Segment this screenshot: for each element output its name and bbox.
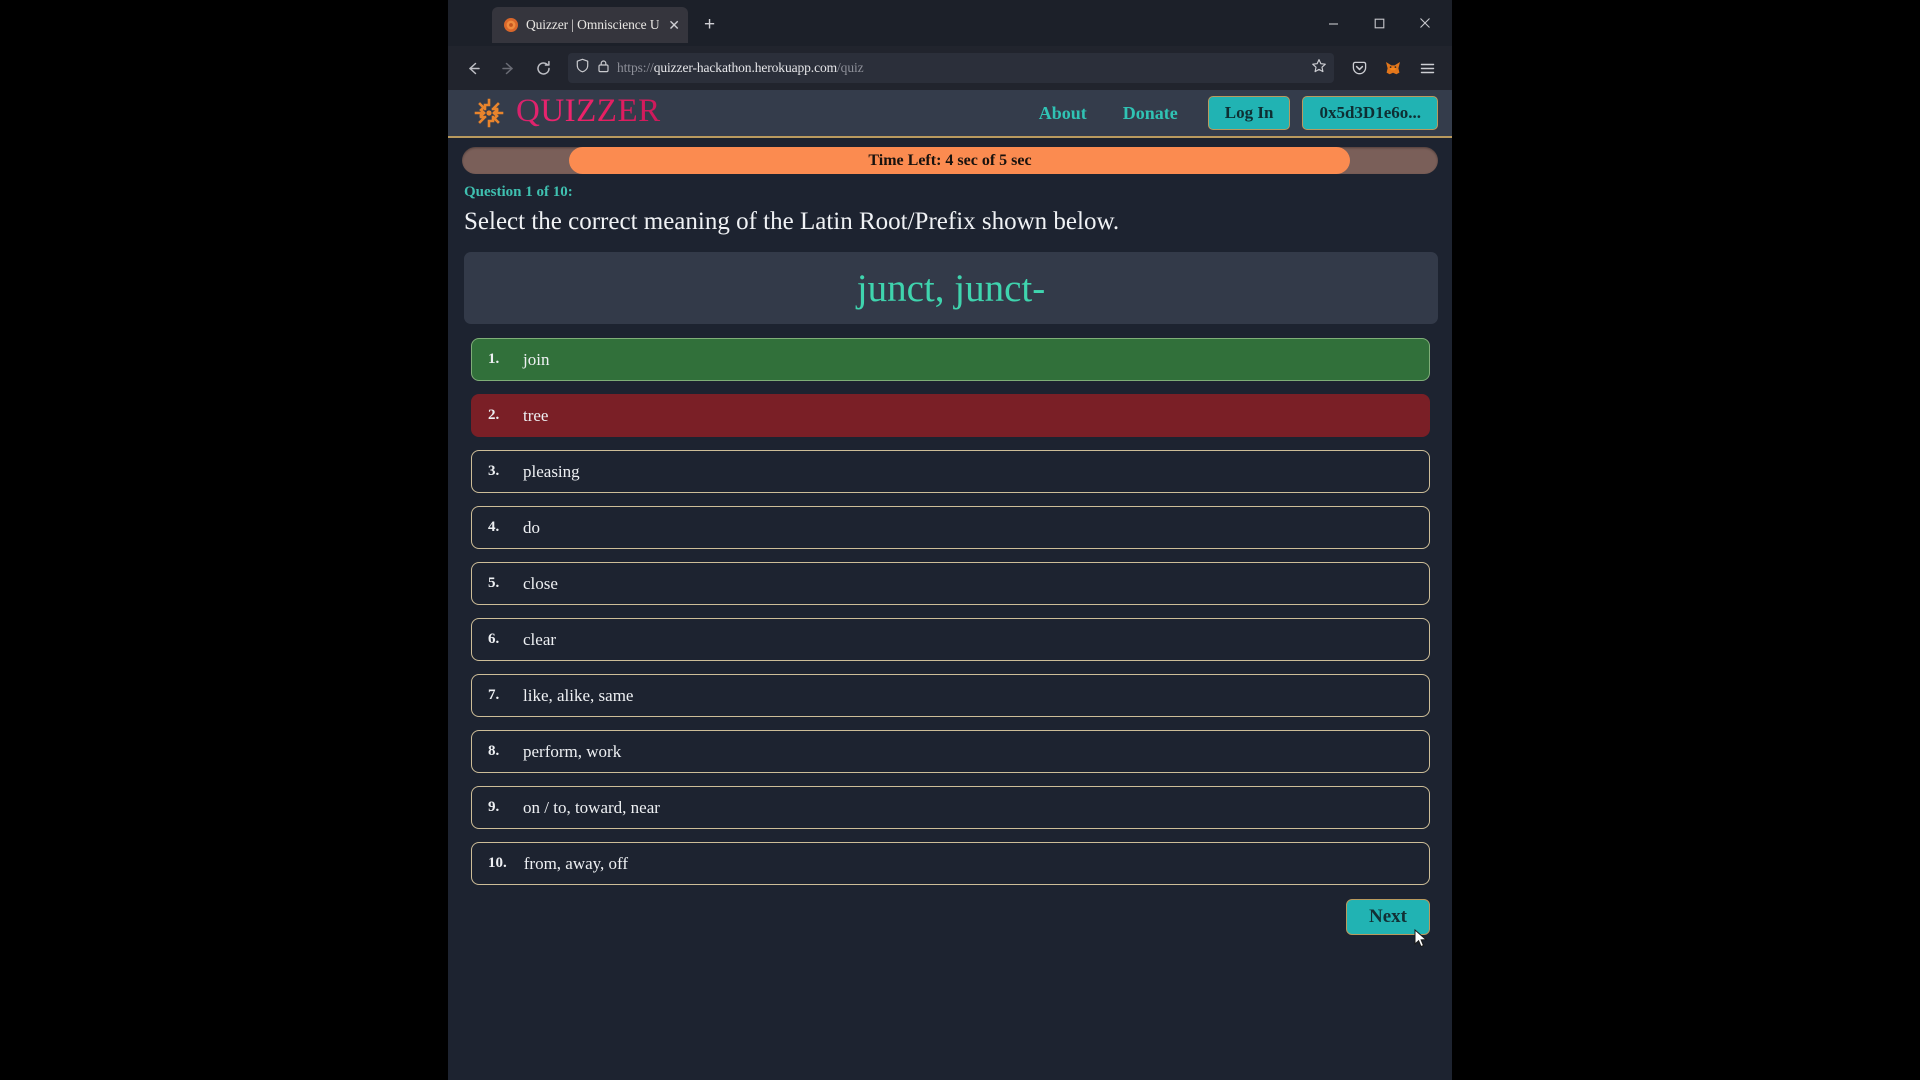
timer-section: Time Left: 4 sec of 5 sec bbox=[448, 138, 1452, 174]
answer-option-label: clear bbox=[523, 629, 557, 649]
login-button[interactable]: Log In bbox=[1207, 96, 1291, 130]
site-header: QUIZZER About Donate Log In 0x5d3D1e6o..… bbox=[448, 90, 1452, 138]
answer-option-label: on / to, toward, near bbox=[523, 797, 660, 817]
close-icon[interactable]: ✕ bbox=[666, 18, 682, 32]
answer-option-label: do bbox=[523, 517, 540, 537]
brand[interactable]: QUIZZER bbox=[472, 95, 661, 131]
pocket-save-icon[interactable] bbox=[1343, 52, 1375, 84]
prompt-text: junct, junct- bbox=[856, 266, 1046, 310]
answer-option[interactable]: 4. do bbox=[471, 506, 1430, 549]
answer-option[interactable]: 8. perform, work bbox=[471, 730, 1430, 773]
answer-option[interactable]: 2. tree bbox=[471, 394, 1430, 437]
forward-icon[interactable] bbox=[492, 52, 524, 84]
answer-option-number: 7. bbox=[488, 687, 500, 703]
answer-option-number: 5. bbox=[488, 575, 500, 591]
url-host: quizzer-hackathon.herokuapp.com bbox=[653, 60, 838, 75]
answer-option-label: like, alike, same bbox=[523, 685, 634, 705]
padlock-secure-icon[interactable] bbox=[597, 59, 610, 78]
answer-option[interactable]: 7. like, alike, same bbox=[471, 674, 1430, 717]
timer-progress-track: Time Left: 4 sec of 5 sec bbox=[462, 147, 1438, 174]
page-content: QUIZZER About Donate Log In 0x5d3D1e6o..… bbox=[448, 90, 1452, 1080]
answer-option-label: tree bbox=[523, 405, 549, 425]
answer-option[interactable]: 10. from, away, off bbox=[471, 842, 1430, 885]
site-nav: About Donate Log In 0x5d3D1e6o... bbox=[1021, 96, 1438, 130]
metamask-fox-icon[interactable] bbox=[1377, 52, 1409, 84]
url-text: https://quizzer-hackathon.herokuapp.com/… bbox=[617, 60, 1304, 76]
url-scheme: https:// bbox=[617, 60, 654, 75]
tab-title: Quizzer | Omniscience Unlocked bbox=[526, 17, 660, 32]
address-bar[interactable]: https://quizzer-hackathon.herokuapp.com/… bbox=[568, 53, 1334, 83]
answer-option[interactable]: 3. pleasing bbox=[471, 450, 1430, 493]
window-close-icon[interactable] bbox=[1402, 3, 1448, 43]
quizzer-pinwheel-favicon bbox=[503, 17, 519, 33]
answer-option-number: 8. bbox=[488, 743, 500, 759]
answer-option-number: 9. bbox=[488, 799, 500, 815]
browser-navigation-bar: https://quizzer-hackathon.herokuapp.com/… bbox=[448, 46, 1452, 90]
nav-link-about[interactable]: About bbox=[1021, 103, 1105, 124]
browser-toolbar-icons bbox=[1343, 52, 1443, 84]
answer-option-label: close bbox=[523, 573, 558, 593]
reload-icon[interactable] bbox=[527, 52, 559, 84]
quiz-footer: Next bbox=[448, 898, 1452, 948]
window-controls bbox=[1310, 0, 1448, 46]
pinwheel-logo-icon bbox=[472, 96, 506, 130]
maximize-icon[interactable] bbox=[1356, 3, 1402, 43]
question-counter: Question 1 of 10: bbox=[464, 184, 573, 200]
answer-option-label: perform, work bbox=[523, 741, 622, 761]
url-path: /quiz bbox=[837, 60, 864, 75]
nav-link-donate[interactable]: Donate bbox=[1105, 103, 1196, 124]
answer-option-label: pleasing bbox=[523, 461, 580, 481]
answer-option[interactable]: 9. on / to, toward, near bbox=[471, 786, 1430, 829]
star-outline-icon[interactable] bbox=[1311, 58, 1327, 79]
browser-window: Quizzer | Omniscience Unlocked ✕ + bbox=[448, 0, 1452, 1080]
answer-option[interactable]: 1. join bbox=[471, 338, 1430, 381]
answer-option[interactable]: 5. close bbox=[471, 562, 1430, 605]
answer-option[interactable]: 6. clear bbox=[471, 618, 1430, 661]
timer-label: Time Left: 4 sec of 5 sec bbox=[868, 151, 1032, 169]
tracking-protection-shield-icon[interactable] bbox=[575, 58, 590, 78]
answer-option-number: 6. bbox=[488, 631, 500, 647]
answer-options-list: 1. join 2. tree 3. pleasing 4. do 5. close 6. clear… bbox=[448, 324, 1452, 885]
answer-option-number: 10. bbox=[488, 855, 507, 871]
tab-strip: Quizzer | Omniscience Unlocked ✕ + bbox=[448, 0, 1452, 46]
new-tab-button[interactable]: + bbox=[704, 15, 715, 34]
next-button[interactable]: Next bbox=[1346, 899, 1430, 935]
minimize-icon[interactable] bbox=[1310, 3, 1356, 43]
answer-option-number: 1. bbox=[488, 351, 500, 367]
answer-option-number: 4. bbox=[488, 519, 500, 535]
back-icon[interactable] bbox=[457, 52, 489, 84]
question-title: Select the correct meaning of the Latin … bbox=[464, 208, 1120, 235]
prompt-panel: junct, junct- bbox=[464, 252, 1438, 324]
hamburger-menu-icon[interactable] bbox=[1411, 52, 1443, 84]
answer-option-label: join bbox=[523, 349, 550, 369]
answer-option-number: 2. bbox=[488, 407, 500, 423]
brand-name: QUIZZER bbox=[516, 93, 661, 129]
answer-option-number: 3. bbox=[488, 463, 500, 479]
wallet-address-button[interactable]: 0x5d3D1e6o... bbox=[1302, 96, 1438, 130]
answer-option-label: from, away, off bbox=[523, 853, 629, 873]
browser-tab[interactable]: Quizzer | Omniscience Unlocked ✕ bbox=[492, 7, 688, 43]
